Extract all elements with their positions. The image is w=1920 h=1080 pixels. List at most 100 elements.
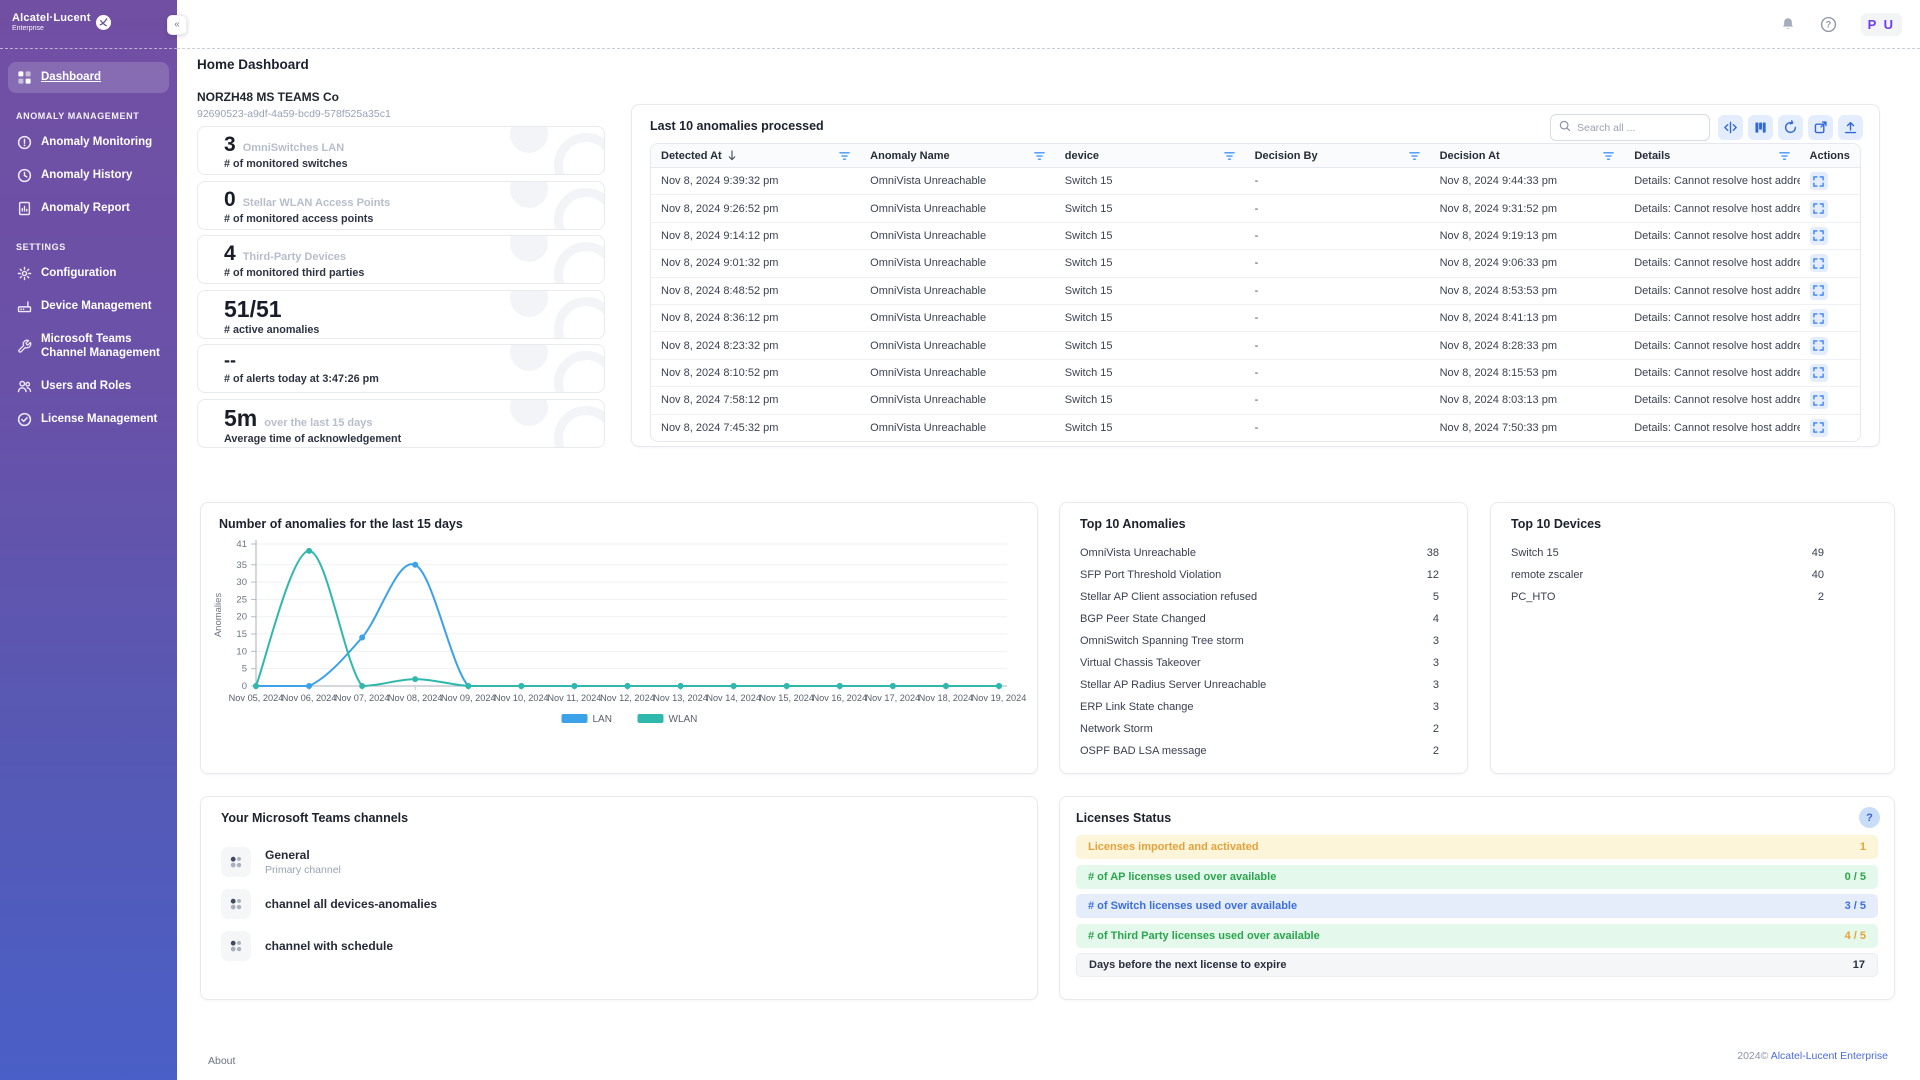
list-item-label: Virtual Chassis Takeover: [1080, 657, 1201, 669]
column-header-detected-at[interactable]: Detected At: [651, 144, 860, 167]
user-avatar[interactable]: P U: [1861, 13, 1902, 36]
expand-row-button[interactable]: [1810, 282, 1828, 300]
users-icon: [16, 379, 32, 394]
filter-icon[interactable]: [839, 151, 850, 161]
top-devices-list: Switch 1549remote zscaler40PC_HTO2: [1511, 542, 1894, 608]
column-header-details[interactable]: Details: [1624, 144, 1799, 167]
x-tick-label: Nov 15, 2024: [759, 693, 814, 703]
stats-list: 3OmniSwitches LAN# of monitored switches…: [197, 126, 605, 448]
expand-row-button[interactable]: [1810, 309, 1828, 327]
teams-channel-item[interactable]: channel with schedule: [221, 931, 1017, 961]
legend-label-wlan[interactable]: WLAN: [669, 714, 698, 725]
cell-anomaly-name: OmniVista Unreachable: [860, 195, 1055, 221]
gear-icon: [16, 266, 32, 281]
alert-circle-icon: [16, 135, 32, 150]
legend-swatch-wlan[interactable]: [638, 714, 664, 723]
expand-row-button[interactable]: [1810, 254, 1828, 272]
svg-text:?: ?: [1825, 19, 1830, 29]
x-tick-label: Nov 16, 2024: [812, 693, 867, 703]
x-tick-label: Nov 19, 2024: [972, 693, 1027, 703]
sidebar-item-users-and-roles[interactable]: Users and Roles: [8, 371, 169, 402]
column-header-decision-by[interactable]: Decision By: [1245, 144, 1430, 167]
cell-details: Details: Cannot resolve host addresss ..…: [1624, 305, 1799, 331]
column-header-anomaly-name[interactable]: Anomaly Name: [860, 144, 1055, 167]
column-header-device[interactable]: device: [1055, 144, 1245, 167]
table-row: Nov 8, 2024 9:14:12 pmOmniVista Unreacha…: [651, 223, 1860, 250]
top-anomalies-card: Top 10 Anomalies OmniVista Unreachable38…: [1059, 502, 1468, 774]
refresh-button[interactable]: [1778, 115, 1803, 140]
filter-icon[interactable]: [1224, 151, 1235, 161]
legend-label-lan[interactable]: LAN: [593, 714, 612, 725]
search-input[interactable]: [1577, 122, 1701, 134]
stat-caption: # active anomalies: [224, 324, 590, 336]
expand-row-button[interactable]: [1810, 391, 1828, 409]
sidebar-item-dashboard[interactable]: Dashboard: [8, 62, 169, 93]
expand-row-button[interactable]: [1810, 200, 1828, 218]
list-item-value: 5: [1433, 591, 1439, 603]
list-item: remote zscaler40: [1511, 564, 1894, 586]
x-tick-label: Nov 14, 2024: [706, 693, 761, 703]
license-row-value: 0 / 5: [1845, 871, 1866, 883]
stat-side-label: over the last 15 days: [264, 417, 372, 429]
export-button[interactable]: [1808, 115, 1833, 140]
columns-button[interactable]: [1748, 115, 1773, 140]
column-header-decision-at[interactable]: Decision At: [1430, 144, 1625, 167]
cell-details: Details: Cannot resolve host addresss ..…: [1624, 168, 1799, 194]
sidebar-item-teams-channel-management[interactable]: Microsoft Teams Channel Management: [8, 324, 169, 369]
help-icon[interactable]: ?: [1820, 16, 1837, 33]
sidebar-item-anomaly-report[interactable]: Anomaly Report: [8, 193, 169, 224]
sidebar-item-device-management[interactable]: Device Management: [8, 291, 169, 322]
cell-decision-at: Nov 8, 2024 9:31:52 pm: [1430, 195, 1625, 221]
about-link[interactable]: About: [208, 1055, 235, 1067]
expand-row-button[interactable]: [1810, 419, 1828, 437]
top-anomalies-title: Top 10 Anomalies: [1080, 517, 1467, 531]
legend-swatch-lan[interactable]: [562, 714, 588, 723]
cell-decision-at: Nov 8, 2024 8:53:53 pm: [1430, 278, 1625, 304]
cell-detected-at: Nov 8, 2024 8:10:52 pm: [651, 360, 860, 386]
licenses-rows: Licenses imported and activated1# of AP …: [1076, 835, 1878, 977]
fit-columns-button[interactable]: [1718, 115, 1743, 140]
filter-icon[interactable]: [1603, 151, 1614, 161]
channel-dots-icon: [221, 931, 251, 961]
list-item: Stellar AP Client association refused5: [1080, 586, 1467, 608]
sidebar-item-anomaly-history[interactable]: Anomaly History: [8, 160, 169, 191]
filter-icon[interactable]: [1409, 151, 1420, 161]
sidebar-collapse-button[interactable]: «: [167, 15, 187, 35]
teams-channel-item[interactable]: channel all devices-anomalies: [221, 889, 1017, 919]
list-item: OmniVista Unreachable38: [1080, 542, 1467, 564]
cell-anomaly-name: OmniVista Unreachable: [860, 415, 1055, 441]
cell-detected-at: Nov 8, 2024 9:26:52 pm: [651, 195, 860, 221]
filter-icon[interactable]: [1779, 151, 1790, 161]
cell-anomaly-name: OmniVista Unreachable: [860, 278, 1055, 304]
channel-name: channel all devices-anomalies: [265, 897, 437, 911]
table-row: Nov 8, 2024 8:36:12 pmOmniVista Unreacha…: [651, 305, 1860, 332]
main-content: Home Dashboard NORZH48 MS TEAMS Co 92690…: [177, 49, 1920, 1080]
upload-button[interactable]: [1838, 115, 1863, 140]
expand-row-button[interactable]: [1810, 172, 1828, 190]
sidebar-item-anomaly-monitoring[interactable]: Anomaly Monitoring: [8, 127, 169, 158]
cell-device: Switch 15: [1055, 250, 1245, 276]
sort-descending-icon[interactable]: [727, 150, 737, 161]
copyright-brand-link[interactable]: Alcatel-Lucent Enterprise: [1771, 1050, 1888, 1062]
cell-details: Details: Cannot resolve host addresss ..…: [1624, 250, 1799, 276]
expand-row-button[interactable]: [1810, 364, 1828, 382]
licenses-help-icon[interactable]: ?: [1859, 807, 1880, 828]
wrench-icon: [16, 339, 32, 354]
license-row-label: # of Switch licenses used over available: [1088, 900, 1297, 912]
sidebar-item-label: Configuration: [41, 266, 116, 280]
list-item-label: remote zscaler: [1511, 569, 1583, 581]
stat-card: 4Third-Party Devices# of monitored third…: [197, 235, 605, 284]
notifications-bell-icon[interactable]: [1780, 16, 1796, 32]
expand-row-button[interactable]: [1810, 227, 1828, 245]
data-point: [571, 683, 577, 689]
cell-device: Switch 15: [1055, 195, 1245, 221]
sidebar-item-license-management[interactable]: License Management: [8, 404, 169, 435]
expand-row-button[interactable]: [1810, 337, 1828, 355]
teams-channel-item[interactable]: GeneralPrimary channel: [221, 847, 1017, 877]
filter-icon[interactable]: [1034, 151, 1045, 161]
stat-value: 5m: [224, 406, 257, 431]
x-tick-label: Nov 18, 2024: [919, 693, 974, 703]
sidebar-item-configuration[interactable]: Configuration: [8, 258, 169, 289]
list-item-label: ERP Link State change: [1080, 701, 1194, 713]
table-toolbar: [1550, 114, 1863, 141]
